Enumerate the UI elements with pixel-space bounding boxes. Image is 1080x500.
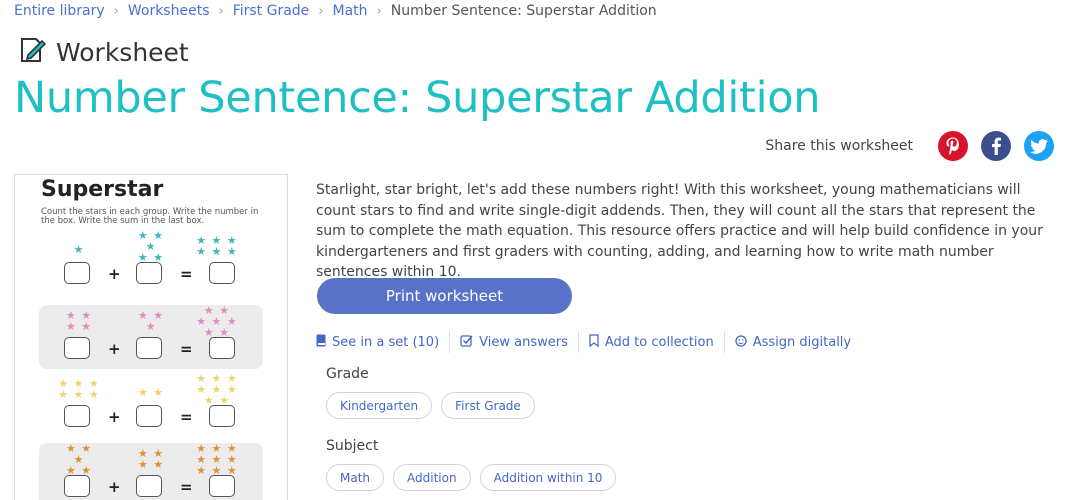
addend-stars-a: ★ ★ ★ ★ ★ ★ — [58, 377, 100, 401]
preview-title: Superstar — [41, 177, 164, 202]
assign-icon — [735, 334, 747, 350]
view-answers-link[interactable]: View answers — [449, 331, 578, 353]
equals-sign: = — [180, 478, 193, 496]
resource-type-label: Worksheet — [56, 37, 189, 67]
addend-stars-b: ★ ★ ★ ★ — [137, 447, 165, 471]
print-worksheet-button[interactable]: Print worksheet — [317, 278, 572, 314]
sum-stars: ★ ★ ★ ★ ★ ★ — [196, 234, 238, 258]
equals-sign: = — [180, 265, 193, 283]
worksheet-preview[interactable]: Superstar Count the stars in each group.… — [14, 174, 288, 500]
addend-stars-a: ★ ★ ★ ★ ★ — [65, 442, 93, 477]
tag-addition[interactable]: Addition — [393, 464, 471, 491]
sum-answer-box — [209, 262, 235, 284]
add-to-collection-link[interactable]: Add to collection — [577, 331, 724, 353]
addend-answer-box — [64, 262, 90, 284]
sum-answer-box — [209, 337, 235, 359]
breadcrumb: Entire library › Worksheets › First Grad… — [14, 3, 657, 19]
plus-sign: + — [108, 265, 121, 283]
addend-stars-b: ★ ★ — [137, 386, 165, 399]
breadcrumb-first-grade[interactable]: First Grade — [233, 3, 310, 19]
equals-sign: = — [180, 340, 193, 358]
breadcrumb-entire-library[interactable]: Entire library — [14, 3, 105, 19]
check-square-icon — [460, 334, 473, 350]
problem-row: ★ ★ ★ ★ ★ ★ ★ ★ ★ ★ ★ ★ ★ ★ ★ ★ + = — [39, 373, 263, 437]
subject-tags: Math Addition Addition within 10 — [326, 464, 625, 491]
grade-label: Grade — [326, 366, 369, 382]
see-in-set-link[interactable]: See in a set (10) — [316, 331, 449, 353]
sum-stars: ★ ★ ★ ★ ★ ★ ★ ★ — [196, 372, 238, 407]
breadcrumb-math[interactable]: Math — [333, 3, 368, 19]
sum-answer-box — [209, 475, 235, 497]
chevron-right-icon: › — [113, 3, 119, 19]
addend-answer-box — [136, 405, 162, 427]
addend-answer-box — [136, 262, 162, 284]
action-bar: See in a set (10) View answers Add to co… — [316, 331, 861, 353]
sum-stars: ★ ★ ★ ★ ★ ★ ★ — [196, 304, 238, 339]
view-answers-label: View answers — [479, 334, 568, 350]
tag-math[interactable]: Math — [326, 464, 385, 491]
addend-stars-a: ★ — [73, 243, 85, 256]
tag-first-grade[interactable]: First Grade — [441, 392, 535, 419]
addend-answer-box — [64, 475, 90, 497]
add-to-collection-label: Add to collection — [604, 334, 714, 350]
assign-digitally-link[interactable]: Assign digitally — [723, 331, 861, 353]
bookmark-icon — [589, 334, 599, 350]
tag-addition-within-10[interactable]: Addition within 10 — [479, 464, 617, 491]
book-icon — [316, 334, 326, 350]
addend-stars-a: ★ ★ ★ ★ — [65, 309, 93, 333]
plus-sign: + — [108, 408, 121, 426]
resource-type: Worksheet — [18, 36, 189, 68]
page-title: Number Sentence: Superstar Addition — [14, 73, 821, 123]
addend-answer-box — [64, 337, 90, 359]
assign-digitally-label: Assign digitally — [752, 334, 852, 350]
breadcrumb-worksheets[interactable]: Worksheets — [128, 3, 210, 19]
breadcrumb-current: Number Sentence: Superstar Addition — [390, 3, 657, 19]
chevron-right-icon: › — [318, 3, 324, 19]
addend-answer-box — [64, 405, 90, 427]
chevron-right-icon: › — [376, 3, 382, 19]
facebook-icon[interactable] — [981, 131, 1011, 161]
plus-sign: + — [108, 340, 121, 358]
plus-sign: + — [108, 478, 121, 496]
addend-stars-b: ★ ★ ★ ★ ★ — [137, 229, 165, 264]
preview-instructions: Count the stars in each group. Write the… — [41, 207, 259, 226]
pinterest-icon[interactable] — [938, 131, 968, 161]
subject-label: Subject — [326, 438, 379, 454]
chevron-right-icon: › — [218, 3, 224, 19]
share-label: Share this worksheet — [765, 138, 913, 154]
sum-answer-box — [209, 405, 235, 427]
addend-stars-b: ★ ★ ★ — [137, 309, 165, 333]
see-in-set-label: See in a set (10) — [332, 334, 440, 350]
tag-kindergarten[interactable]: Kindergarten — [326, 392, 433, 419]
addend-answer-box — [136, 337, 162, 359]
problem-row: ★ ★ ★ ★ ★ ★ ★ ★ ★ ★ ★ ★ ★ ★ ★ ★ ★ ★ + = — [39, 443, 263, 500]
grade-tags: Kindergarten First Grade — [326, 392, 544, 419]
equals-sign: = — [180, 408, 193, 426]
sum-stars: ★ ★ ★ ★ ★ ★ ★ ★ ★ — [196, 442, 238, 477]
problem-row: ★ ★ ★ ★ ★ ★ ★ ★ ★ ★ ★ ★ ★ ★ + = — [39, 305, 263, 369]
share-bar: Share this worksheet — [765, 131, 1054, 161]
addend-answer-box — [136, 475, 162, 497]
twitter-icon[interactable] — [1024, 131, 1054, 161]
worksheet-icon — [18, 36, 48, 68]
problem-row: ★ ★ ★ ★ ★ ★ ★ ★ ★ ★ ★ ★ + = — [39, 230, 263, 294]
worksheet-description: Starlight, star bright, let's add these … — [316, 182, 1043, 280]
